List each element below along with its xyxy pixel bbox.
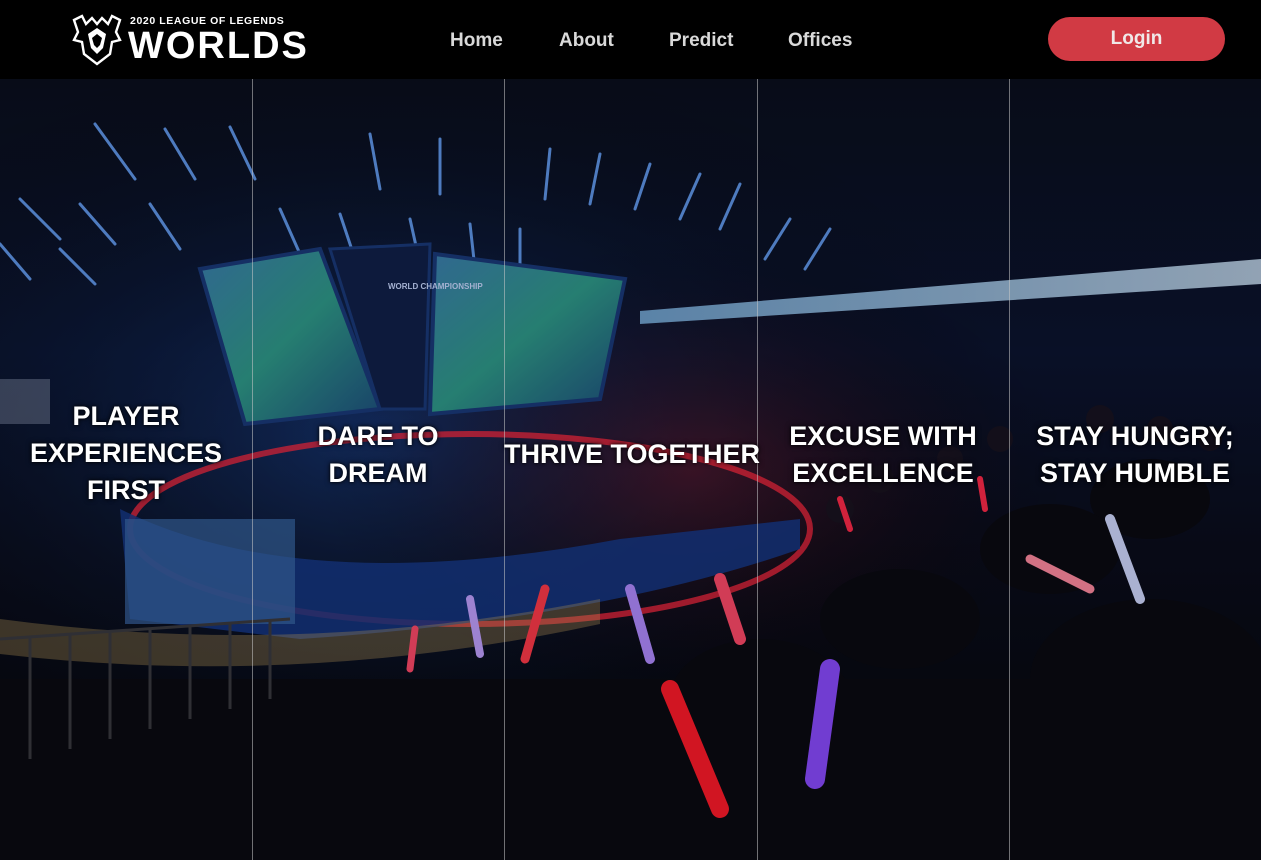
logo-title: WORLDS <box>128 25 309 67</box>
nav-about-link[interactable]: About <box>559 30 614 52</box>
nav-offices-link[interactable]: Offices <box>788 30 852 52</box>
nav-predict-link[interactable]: Predict <box>669 30 733 52</box>
value-text: STAY HUNGRY; STAY HUMBLE <box>1036 420 1234 488</box>
value-column-3: THRIVE TOGETHER <box>504 79 761 860</box>
value-column-5: STAY HUNGRY; STAY HUMBLE <box>1009 79 1261 860</box>
value-column-1: PLAYER EXPERIENCES FIRST <box>0 79 252 860</box>
value-column-4: EXCUSE WITH EXCELLENCE <box>757 79 1009 860</box>
nav-home-link[interactable]: Home <box>450 30 503 52</box>
value-text: PLAYER EXPERIENCES FIRST <box>29 401 223 505</box>
top-navbar: 2020 LEAGUE OF LEGENDS WORLDS Home About… <box>0 0 1261 79</box>
value-text: EXCUSE WITH EXCELLENCE <box>789 420 977 488</box>
value-text: DARE TO DREAM <box>317 420 439 488</box>
value-text: THRIVE TOGETHER <box>504 439 761 469</box>
value-column-2: DARE TO DREAM <box>252 79 504 860</box>
login-button[interactable]: Login <box>1048 17 1225 61</box>
worlds-emblem-icon <box>72 14 122 66</box>
hero-section: WORLD CHAMPIONSHIP PLAYER EXPERIENCES FI… <box>0 79 1261 860</box>
worlds-logo[interactable]: 2020 LEAGUE OF LEGENDS WORLDS <box>70 12 307 68</box>
